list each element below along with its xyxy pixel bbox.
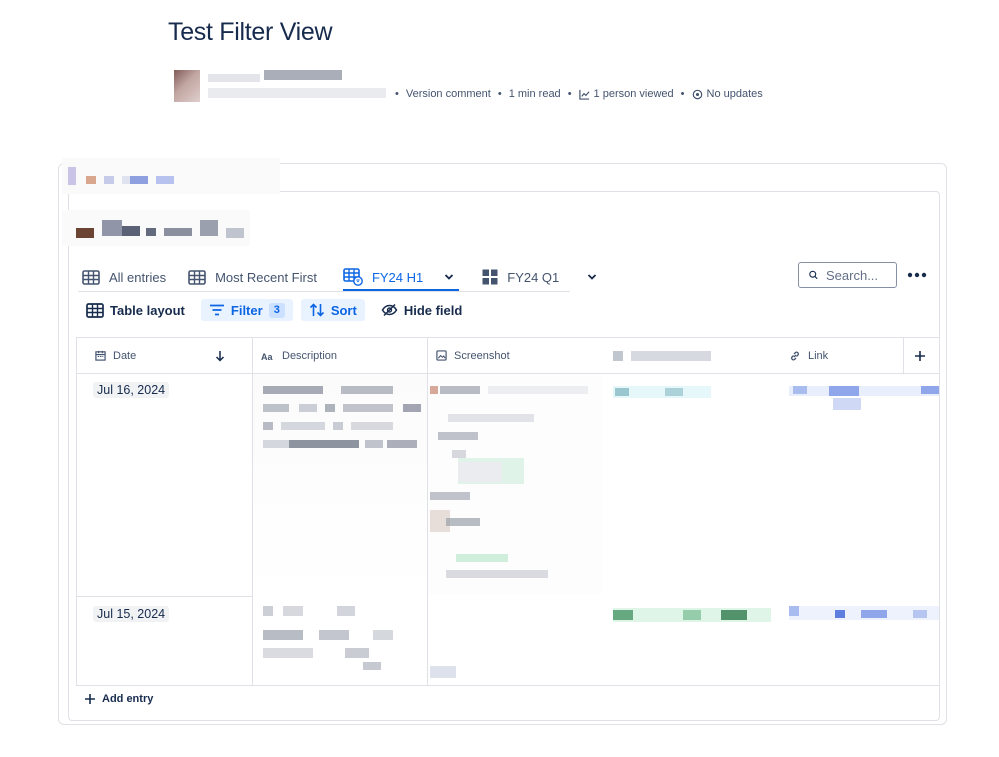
table-icon [86, 302, 104, 318]
calendar-icon [95, 350, 106, 361]
page-title: Test Filter View [168, 18, 333, 46]
image-icon [436, 350, 447, 361]
sort-button[interactable]: Sort [300, 299, 365, 321]
grid-icon [482, 269, 498, 285]
hidden-field-cell-blur[interactable] [603, 600, 779, 684]
screenshot-cell-blur[interactable] [428, 374, 602, 594]
link-icon [791, 351, 799, 360]
chart-icon [578, 89, 590, 100]
table-icon [82, 269, 100, 285]
search-icon [809, 270, 818, 280]
column-header-description[interactable]: Aa Description [252, 338, 427, 373]
column-header-date[interactable]: Date [77, 338, 252, 373]
author-avatar[interactable] [174, 70, 200, 102]
search-box[interactable] [798, 262, 897, 288]
view-toolbar: Table layout Filter 3 Sort Hide field [78, 299, 470, 321]
filter-count-badge: 3 [268, 302, 285, 318]
add-entry-button[interactable]: Add entry [84, 693, 153, 705]
link-cell-blur[interactable] [779, 600, 939, 684]
view-tabs: All entries Most Recent First FY24 H1 FY… [78, 262, 601, 292]
svg-text:Aa: Aa [261, 352, 273, 361]
column-header-screenshot[interactable]: Screenshot [427, 338, 603, 373]
tab-most-recent-first[interactable]: Most Recent First [184, 263, 321, 291]
date-cell[interactable]: Jul 15, 2024 [93, 606, 170, 622]
sort-descending-icon[interactable] [215, 350, 225, 362]
eye-off-icon [381, 303, 398, 317]
tab-fy24-q1[interactable]: FY24 Q1 [478, 263, 563, 291]
description-cell-blur[interactable] [253, 600, 427, 684]
chevron-down-icon [588, 274, 597, 280]
chevron-down-icon[interactable] [444, 273, 454, 281]
tabs-divider [78, 291, 570, 292]
screenshot-cell-blur[interactable] [428, 600, 602, 684]
link-cell-blur[interactable] [779, 374, 939, 594]
column-header-link[interactable]: Link [779, 338, 903, 373]
tab-all-entries[interactable]: All entries [78, 263, 170, 291]
text-field-icon: Aa [261, 352, 273, 361]
more-views-dropdown[interactable] [583, 263, 601, 291]
target-icon [692, 89, 702, 99]
viewers[interactable]: 1 person viewed [578, 88, 674, 100]
hidden-field-cell-blur[interactable] [603, 374, 779, 594]
plus-icon [85, 694, 95, 704]
date-cell[interactable]: Jul 16, 2024 [93, 382, 170, 398]
more-actions-button[interactable] [906, 266, 928, 284]
sort-icon [309, 303, 324, 317]
filter-button[interactable]: Filter 3 [200, 299, 293, 321]
version-comment-link[interactable]: Version comment [406, 88, 491, 100]
active-tab-indicator [343, 289, 459, 291]
search-input[interactable] [826, 267, 896, 283]
column-header-hidden[interactable] [603, 338, 779, 373]
table-filtered-icon [343, 268, 363, 286]
tab-fy24-h1[interactable]: FY24 H1 [339, 263, 458, 291]
more-icon [907, 272, 927, 278]
table-header: Date Aa Description Screenshot Link [77, 338, 939, 374]
hide-field-button[interactable]: Hide field [373, 299, 471, 321]
author-name-blur[interactable] [208, 74, 260, 82]
description-cell-blur[interactable] [253, 374, 427, 594]
updates[interactable]: No updates [692, 88, 763, 100]
table-layout-button[interactable]: Table layout [78, 299, 193, 321]
entries-table: Date Aa Description Screenshot Link Jul … [76, 337, 939, 686]
page-meta: • Version comment • 1 min read • 1 perso… [395, 88, 763, 100]
read-time: 1 min read [508, 88, 561, 100]
add-column-button[interactable] [903, 338, 939, 373]
plus-icon [915, 350, 925, 361]
filter-icon [209, 304, 224, 316]
table-icon [188, 269, 206, 285]
